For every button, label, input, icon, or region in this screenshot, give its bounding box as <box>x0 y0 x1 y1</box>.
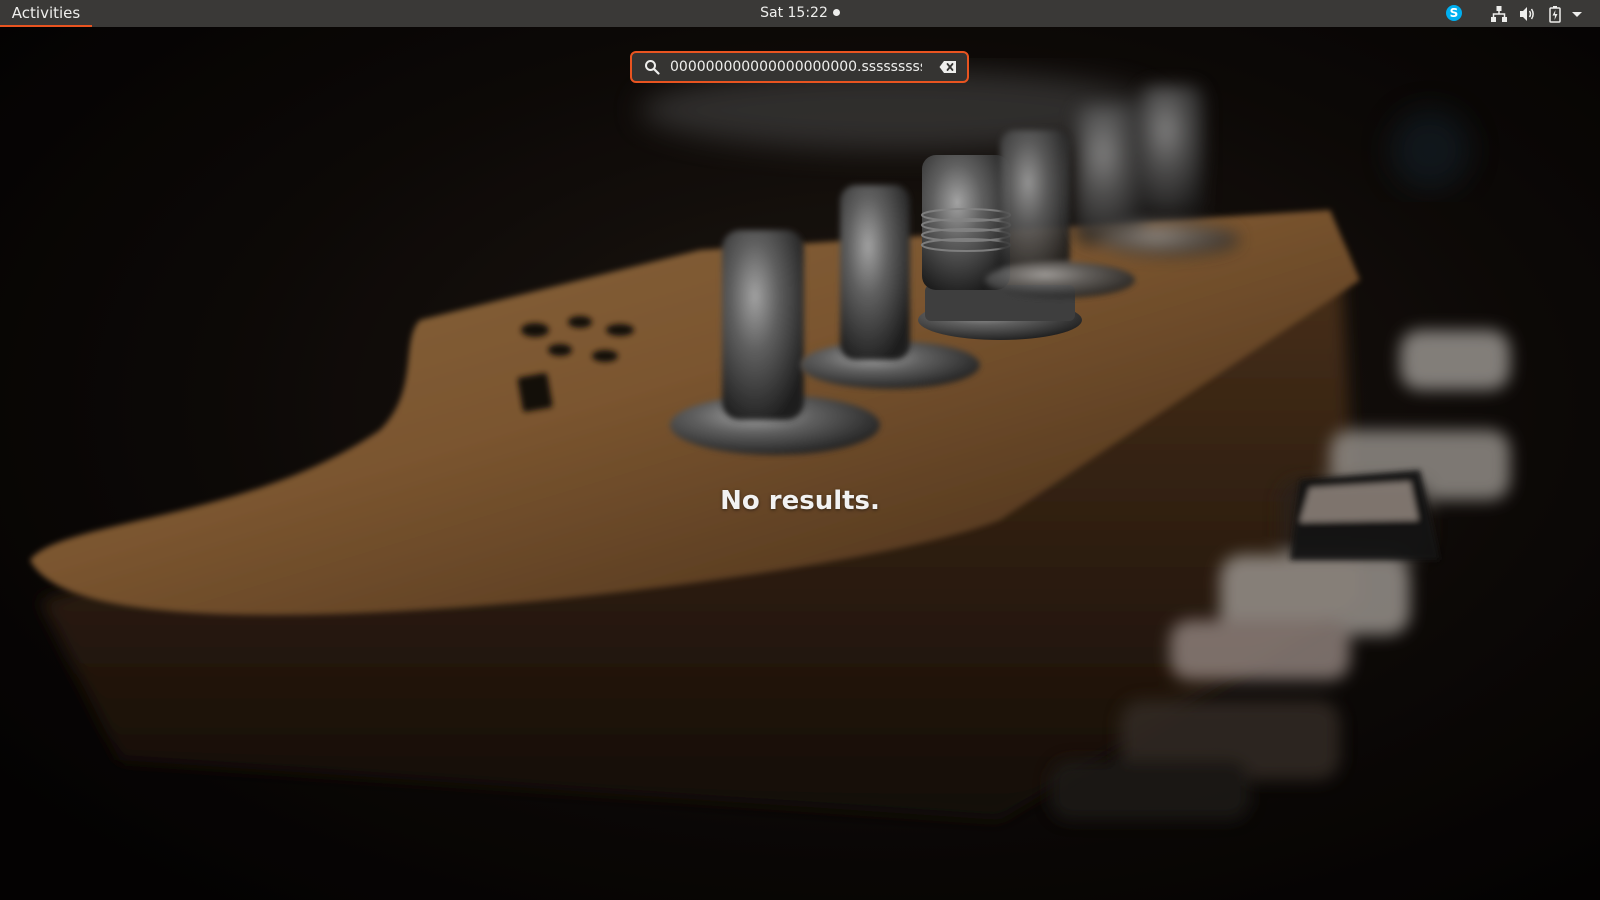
activities-button[interactable]: Activities <box>0 0 92 27</box>
network-icon[interactable] <box>1489 4 1509 24</box>
overview-dim-overlay <box>0 0 1600 900</box>
activities-overview: Activities Sat 15:22 S 00000000000000000… <box>0 0 1600 900</box>
notification-dot-icon <box>832 9 840 16</box>
clock-label: Sat 15:22 <box>760 5 828 21</box>
top-bar: Activities Sat 15:22 S <box>0 0 1600 27</box>
search-icon <box>645 60 660 75</box>
no-results-message: No results. <box>720 486 880 516</box>
search-input[interactable] <box>670 56 922 78</box>
volume-icon[interactable] <box>1517 4 1537 24</box>
system-menu-arrow-icon[interactable] <box>1570 4 1584 24</box>
battery-icon[interactable] <box>1545 4 1565 24</box>
clock-menu[interactable]: Sat 15:22 <box>700 0 900 27</box>
skype-icon[interactable]: S <box>1446 5 1462 21</box>
clear-text-icon[interactable] <box>939 60 957 74</box>
search-entry[interactable] <box>630 51 969 83</box>
